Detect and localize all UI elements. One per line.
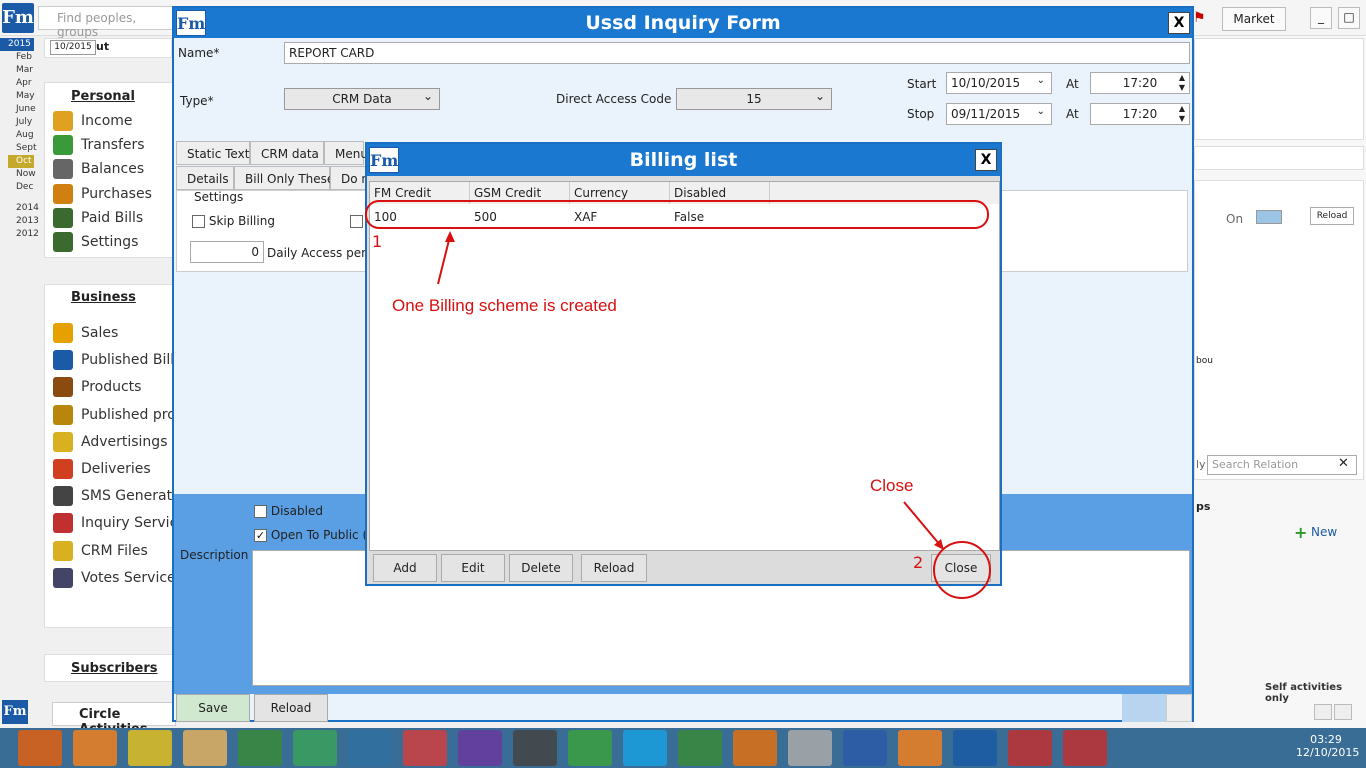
spring-icon[interactable]	[293, 730, 337, 766]
chrome-icon[interactable]	[128, 730, 172, 766]
chart-app-icon[interactable]	[238, 730, 282, 766]
apps-grid-icon[interactable]	[403, 730, 447, 766]
fm-app-icon[interactable]	[953, 730, 997, 766]
sublime-icon[interactable]	[513, 730, 557, 766]
pdf-tool-icon[interactable]	[73, 730, 117, 766]
vlc-icon[interactable]	[733, 730, 777, 766]
marker-2: 2	[913, 553, 924, 572]
close-highlight	[933, 541, 991, 599]
marker-1: 1	[372, 232, 383, 251]
clock-time: 03:29	[1310, 733, 1342, 746]
created-note: One Billing scheme is created	[392, 296, 617, 315]
annotation-overlay	[365, 200, 991, 599]
arrow-line-1	[437, 235, 451, 285]
close-note: Close	[870, 476, 914, 495]
remote-desktop-icon[interactable]	[788, 730, 832, 766]
arrow-line-2	[903, 501, 941, 546]
visual-studio-icon[interactable]	[458, 730, 502, 766]
utorrent-icon[interactable]	[568, 730, 612, 766]
skype-icon[interactable]	[623, 730, 667, 766]
pdf-reader-icon[interactable]	[1008, 730, 1052, 766]
clock-date: 12/10/2015	[1296, 746, 1360, 759]
globe-icon[interactable]	[678, 730, 722, 766]
pdf-tool-icon-2[interactable]	[898, 730, 942, 766]
firefox-icon[interactable]	[18, 730, 62, 766]
row-highlight	[365, 200, 989, 229]
arrow-head-1	[445, 231, 455, 242]
clock[interactable]: 03:29 12/10/2015	[1296, 733, 1360, 759]
word-icon[interactable]	[843, 730, 887, 766]
file-explorer-icon[interactable]	[183, 730, 227, 766]
tray-app-icon[interactable]	[1063, 730, 1107, 766]
network-icon[interactable]	[348, 730, 392, 766]
